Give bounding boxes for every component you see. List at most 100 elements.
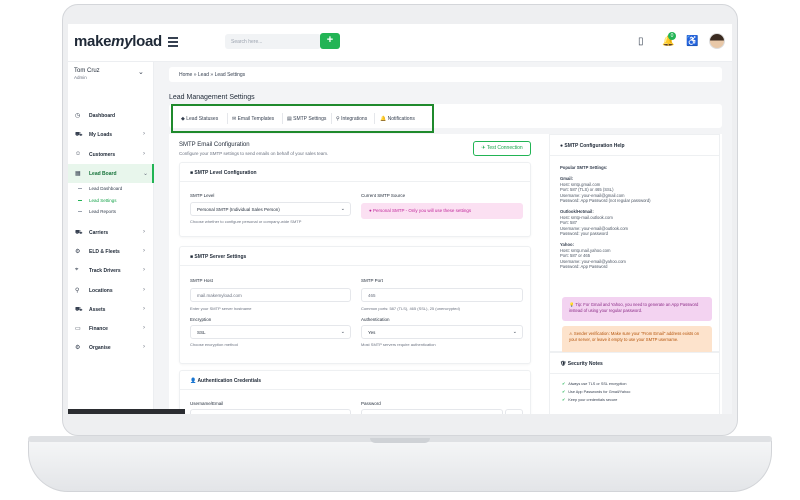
finance-icon: ▭ — [75, 326, 81, 333]
password-input[interactable] — [361, 409, 503, 414]
sidebar-item-label: Carriers — [89, 229, 109, 236]
sidebar-item-carriers[interactable]: ⛟ Carriers › — [68, 223, 154, 242]
sidebar-item-locations[interactable]: ⚲ Locations › — [68, 281, 154, 300]
page-title: Lead Management Settings — [169, 94, 255, 101]
encryption-help: Choose encryption method — [190, 342, 238, 347]
smtp-server-title: ■ SMTP Server Settings — [190, 254, 247, 260]
sidebar-nav: ◷ Dashboard ⛟ My Loads › ☺ Customers › ▦ Lead Boa… — [68, 106, 154, 358]
sidebar-item-finance[interactable]: ▭ Finance › — [68, 319, 154, 338]
sidebar-item-label: Finance — [89, 326, 108, 333]
sidebar-subitem-label: Lead Settings — [89, 197, 117, 203]
sidebar-item-label: My Loads — [89, 132, 113, 139]
smtp-help-title: ● SMTP Configuration Help — [560, 143, 625, 149]
smtp-level-select[interactable]: Personal SMTP (Individual Sales Person) ⌄ — [190, 202, 351, 216]
app-password-tip: 💡 Tip: For Gmail and Yahoo, you need to … — [562, 297, 712, 321]
smtp-host-input[interactable]: mail.makemyload.com — [190, 288, 351, 302]
sidebar-item-track-drivers[interactable]: ⌖ Track Drivers › — [68, 261, 154, 280]
sidebar-item-label: Dashboard — [89, 113, 116, 119]
location-icon: ⚲ — [75, 287, 80, 294]
laptop-hinge — [370, 438, 430, 443]
assets-icon: ⛟ — [75, 306, 83, 313]
username-input[interactable] — [190, 409, 351, 414]
search-input[interactable]: Search here... — [225, 34, 321, 49]
username-label: Username/Email — [190, 401, 224, 406]
authentication-help: Most SMTP servers require authentication — [361, 342, 436, 347]
chevron-right-icon: › — [143, 228, 145, 235]
sidebar-item-eld-fleets[interactable]: ⚙ ELD & Fleets › — [68, 242, 154, 261]
smtp-level-label: SMTP Level — [190, 193, 215, 198]
authentication-label: Authentication — [361, 317, 390, 322]
smtp-level-panel: ■ SMTP Level Configuration SMTP Level Pe… — [179, 162, 531, 237]
sidebar-subitem-lead-reports[interactable]: Lead Reports — [68, 206, 154, 218]
dashboard-icon: ◷ — [75, 113, 81, 119]
sidebar-subitem-label: Lead Reports — [89, 209, 117, 215]
smtp-level-help: Choose whether to configure personal or … — [190, 219, 302, 224]
user-name[interactable]: Tom Cruz — [74, 68, 100, 74]
sidebar-item-label: Customers — [89, 151, 116, 158]
security-note-item: ✔ Keep your credentials secure — [562, 398, 618, 402]
sidebar-item-label: Track Drivers — [89, 268, 121, 275]
organise-icon: ⚙ — [75, 345, 81, 352]
auth-credentials-panel: 👤 Authentication Credentials Username/Em… — [179, 370, 531, 414]
auth-credentials-title: 👤 Authentication Credentials — [190, 378, 262, 384]
app-screen: makemyload Search here... + ▯ 🔔 0 ♿ Tom … — [68, 24, 732, 414]
security-note-item: ✔ Always use TLS or SSL encryption — [562, 382, 627, 386]
users-icon: ☺ — [75, 150, 82, 157]
chevron-down-icon: ⌄ — [143, 170, 149, 177]
accessibility-icon[interactable]: ♿ — [686, 36, 698, 47]
help-group-line: Password: App Password — [560, 264, 608, 270]
sidebar-subitem-label: Lead Dashboard — [89, 186, 123, 192]
encryption-select[interactable]: SSL ⌄ — [190, 325, 351, 339]
truck-icon: ⛟ — [75, 132, 83, 139]
menu-toggle-icon[interactable] — [168, 37, 178, 49]
smtp-port-input[interactable]: 465 — [361, 288, 523, 302]
smtp-source-label: Current SMTP Source — [361, 193, 406, 198]
carrier-icon: ⛟ — [75, 229, 83, 236]
help-group-line: Password: App Password (not regular pass… — [560, 198, 651, 204]
chevron-right-icon: › — [143, 325, 145, 332]
encryption-label: Encryption — [190, 317, 212, 322]
breadcrumb: Home » Lead » Lead Settings — [169, 67, 722, 82]
test-connection-button[interactable]: ✈ Test Connection — [473, 141, 531, 156]
sidebar-item-assets[interactable]: ⛟ Assets › — [68, 300, 154, 319]
chevron-right-icon: › — [143, 344, 145, 351]
chart-icon: ▦ — [75, 170, 81, 177]
sidebar-item-label: Lead Board — [89, 170, 117, 177]
smtp-source-note: ● Personal SMTP - Only you will use thes… — [361, 203, 523, 219]
document-icon[interactable]: ▯ — [638, 36, 644, 47]
sidebar-item-organise[interactable]: ⚙ Organise › — [68, 338, 154, 357]
smtp-port-label: SMTP Port — [361, 278, 383, 283]
avatar[interactable] — [709, 33, 725, 49]
pin-icon: ⌖ — [75, 267, 79, 274]
sidebar-item-dashboard[interactable]: ◷ Dashboard — [68, 106, 154, 125]
smtp-settings-card: SMTP Email Configuration Configure your … — [169, 134, 722, 414]
smtp-level-title: ■ SMTP Level Configuration — [190, 170, 257, 176]
sidebar-item-lead-board[interactable]: ▦ Lead Board ⌄ — [68, 163, 154, 184]
fleet-icon: ⚙ — [75, 248, 81, 255]
chevron-right-icon: › — [143, 131, 145, 138]
add-button[interactable]: + — [320, 33, 340, 49]
smtp-config-title: SMTP Email Configuration — [179, 142, 250, 148]
smtp-host-label: SMTP Host — [190, 278, 213, 283]
sidebar-subitem-lead-settings[interactable]: Lead Settings — [68, 195, 154, 207]
chevron-right-icon: › — [143, 286, 145, 293]
help-group-line: Password: your password — [560, 231, 608, 237]
chevron-right-icon: › — [143, 305, 145, 312]
laptop-base — [28, 436, 772, 492]
toggle-password-button[interactable] — [505, 409, 523, 414]
top-bar: makemyload Search here... + ▯ 🔔 0 ♿ — [68, 24, 732, 62]
chevron-down-icon[interactable]: ⌄ — [138, 68, 144, 76]
app-logo[interactable]: makemyload — [74, 33, 162, 50]
smtp-port-help: Common ports: 587 (TLS), 465 (SSL), 25 (… — [361, 306, 460, 311]
sender-verification-warning: ⚠ Sender verification: Make sure your "F… — [562, 326, 712, 354]
sidebar-subitem-lead-dashboard[interactable]: Lead Dashboard — [68, 183, 154, 195]
sidebar-item-my-loads[interactable]: ⛟ My Loads › — [68, 125, 154, 144]
security-note-item: ✔ Use App Passwords for Gmail/Yahoo — [562, 390, 631, 394]
sidebar-item-customers[interactable]: ☺ Customers › — [68, 145, 154, 164]
notification-badge: 0 — [668, 32, 676, 40]
authentication-select[interactable]: Yes ⌄ — [361, 325, 523, 339]
popular-settings-label: Popular SMTP Settings: — [560, 165, 608, 170]
smtp-help-list: Gmail: Host: smtp.gmail.com Port: 587 (TLS… — [560, 176, 710, 270]
password-label: Password — [361, 401, 381, 406]
smtp-server-panel: ■ SMTP Server Settings SMTP Host mail.ma… — [179, 246, 531, 364]
